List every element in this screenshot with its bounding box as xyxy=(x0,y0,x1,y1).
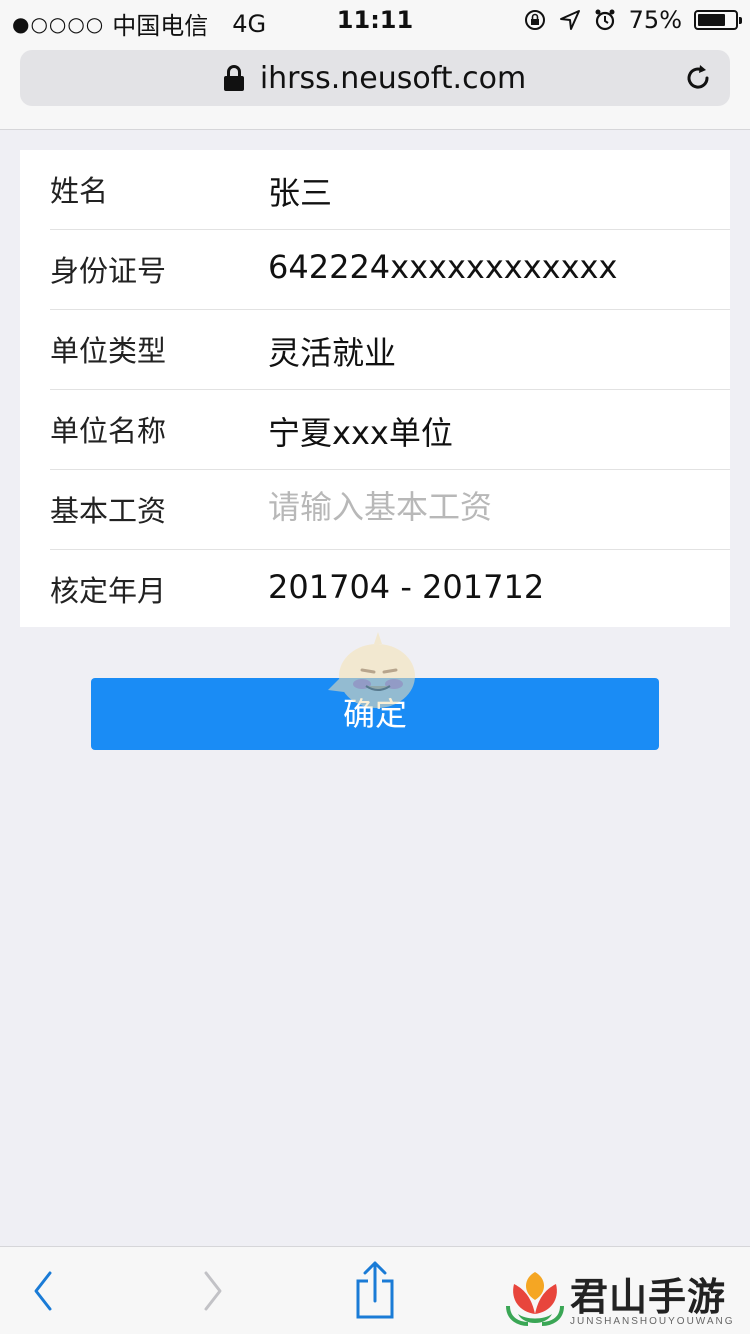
form-row-base-salary: 基本工资 xyxy=(50,470,730,550)
status-bar: ●○○○○ 中国电信 4G 11:11 75% xyxy=(0,0,750,40)
employer-name-value: 宁夏xxx单位 xyxy=(268,414,453,452)
url-text: ihrss.neusoft.com xyxy=(259,60,527,96)
form-row-approved-period: 核定年月 201704 - 201712 xyxy=(50,550,730,630)
base-salary-label: 基本工资 xyxy=(50,494,167,528)
mascot-watermark-icon xyxy=(328,632,415,708)
form-row-employer-type: 单位类型 灵活就业 xyxy=(50,310,730,390)
watermark-logo-icon xyxy=(506,1272,564,1326)
form-row-employer-name: 单位名称 宁夏xxx单位 xyxy=(50,390,730,470)
employer-type-value: 灵活就业 xyxy=(268,334,397,372)
location-arrow-icon xyxy=(559,10,580,30)
watermark-subtitle: JUNSHANSHOUYOUWANG xyxy=(570,1316,735,1327)
reload-icon[interactable] xyxy=(682,62,714,94)
alarm-icon xyxy=(595,9,615,31)
approved-period-label: 核定年月 xyxy=(50,574,167,608)
address-bar[interactable]: ihrss.neusoft.com xyxy=(20,50,730,106)
site-watermark: 君山手游网 JUNSHANSHOUYOUWANG xyxy=(500,1258,750,1334)
base-salary-input[interactable] xyxy=(268,482,708,532)
form-row-name: 姓名 张三 xyxy=(50,150,730,230)
info-form: 姓名 张三 身份证号 642224xxxxxxxxxxxx 单位类型 灵活就业 … xyxy=(20,150,730,627)
id-number-value: 642224xxxxxxxxxxxx xyxy=(268,248,618,286)
employer-name-label: 单位名称 xyxy=(50,414,167,448)
approved-period-value[interactable]: 201704 - 201712 xyxy=(268,568,544,606)
employer-type-label: 单位类型 xyxy=(50,334,167,368)
forward-icon[interactable] xyxy=(194,1247,230,1334)
name-value: 张三 xyxy=(268,174,333,212)
form-row-id-number: 身份证号 642224xxxxxxxxxxxx xyxy=(50,230,730,310)
lock-icon xyxy=(223,65,244,91)
share-icon[interactable] xyxy=(350,1247,400,1334)
address-bar-content: ihrss.neusoft.com xyxy=(20,50,730,106)
name-label: 姓名 xyxy=(50,174,109,208)
battery-percent: 75% xyxy=(628,6,682,34)
browser-chrome: ●○○○○ 中国电信 4G 11:11 75% ihrss.neusoft.co… xyxy=(0,0,750,130)
status-right: 75% xyxy=(523,6,742,34)
rotation-lock-icon xyxy=(524,10,545,30)
battery-fill xyxy=(698,14,725,26)
battery-icon xyxy=(694,10,742,30)
id-number-label: 身份证号 xyxy=(50,254,167,288)
back-icon[interactable] xyxy=(26,1247,62,1334)
